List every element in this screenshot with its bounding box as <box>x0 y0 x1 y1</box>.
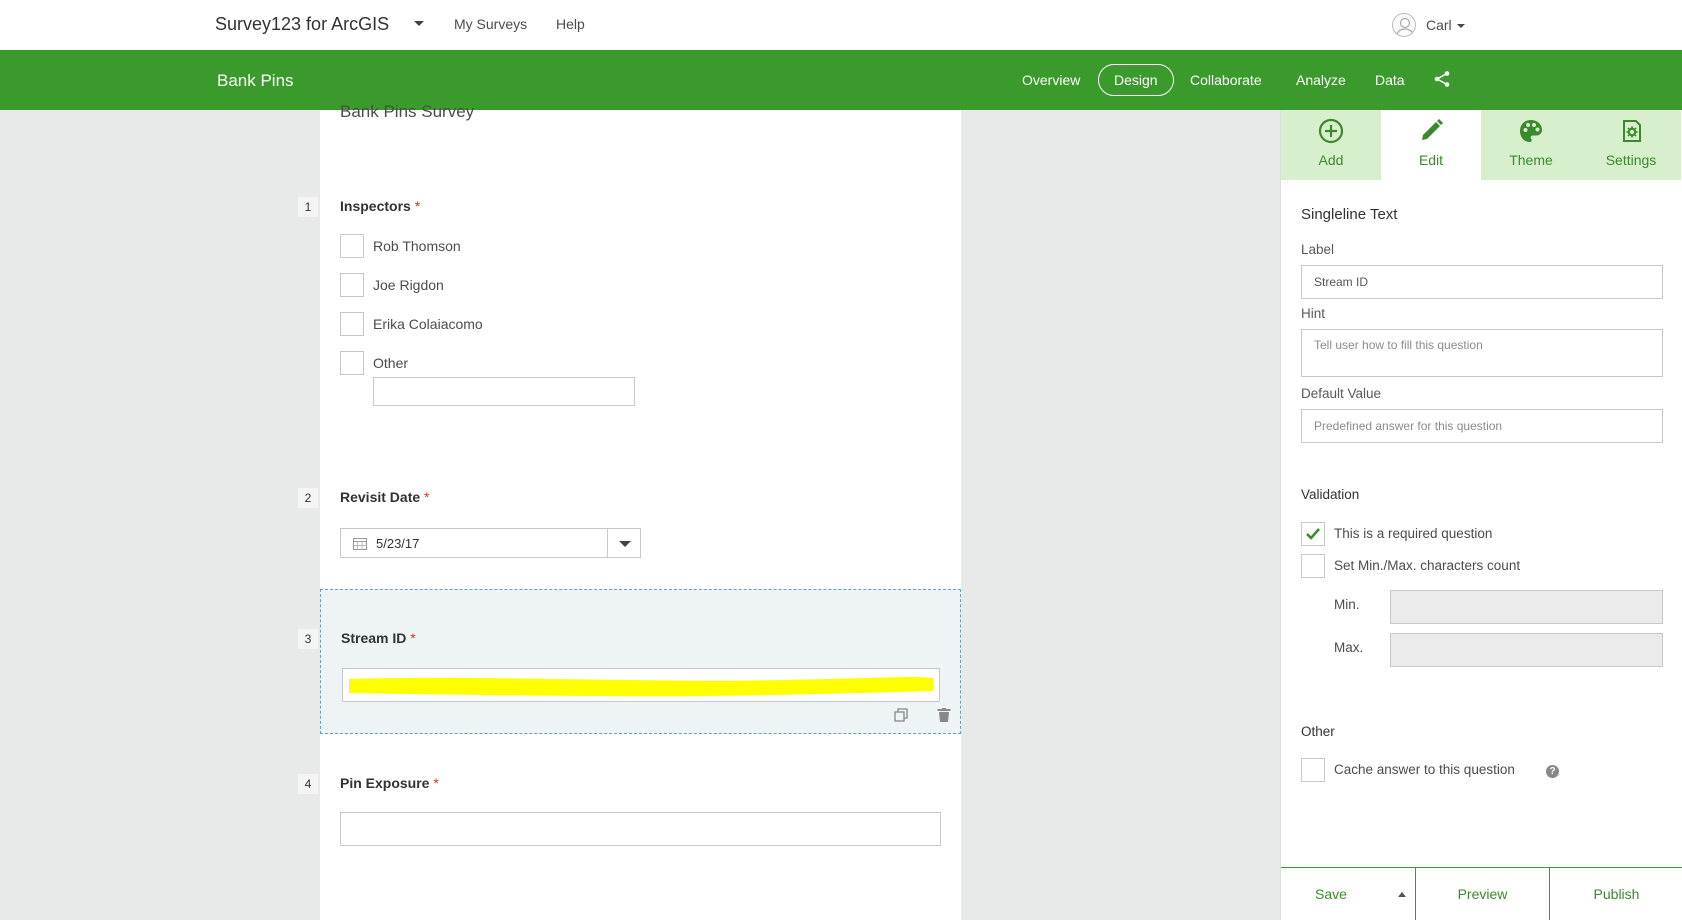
survey-name: Bank Pins <box>217 71 294 90</box>
min-input[interactable] <box>1390 590 1663 624</box>
panel-tab-theme[interactable]: Theme <box>1481 110 1581 180</box>
panel-tab-label: Add <box>1318 152 1344 168</box>
date-dropdown-button[interactable] <box>607 529 640 557</box>
panel-footer: Save Preview Publish <box>1281 867 1682 920</box>
question-number: 1 <box>298 197 318 217</box>
default-value-caption: Default Value <box>1301 386 1382 401</box>
max-label: Max. <box>1334 640 1364 655</box>
required-marker: * <box>424 489 430 505</box>
app-title[interactable]: Survey123 for ArcGIS <box>215 14 389 35</box>
add-circle-icon <box>1318 118 1344 144</box>
tab-analyze[interactable]: Analyze <box>1296 72 1346 88</box>
question-type-heading: Singleline Text <box>1301 206 1398 223</box>
user-name[interactable]: Carl <box>1426 17 1452 33</box>
user-menu-caret-icon[interactable] <box>1457 24 1465 28</box>
date-value: 5/23/17 <box>376 536 420 551</box>
validation-heading: Validation <box>1301 487 1360 502</box>
panel-tab-label: Settings <box>1605 152 1657 168</box>
hint-textarea[interactable]: Tell user how to fill this question <box>1301 329 1663 377</box>
option-label: Erika Colaiacomo <box>373 316 483 332</box>
minmax-label: Set Min./Max. characters count <box>1334 558 1521 573</box>
top-header: Survey123 for ArcGIS My Surveys Help Car… <box>0 0 1682 50</box>
question-label-revisit-date[interactable]: Revisit Date * <box>340 489 430 505</box>
required-marker: * <box>414 198 421 214</box>
min-label: Min. <box>1334 597 1360 612</box>
minmax-checkbox[interactable] <box>1301 554 1325 578</box>
help-icon[interactable]: ? <box>1546 765 1559 778</box>
palette-icon <box>1520 120 1542 142</box>
other-text-input[interactable] <box>373 377 635 406</box>
checkbox[interactable] <box>340 351 364 375</box>
required-label: This is a required question <box>1334 526 1493 541</box>
label-caption: Label <box>1301 242 1335 257</box>
option-label: Other <box>373 355 409 371</box>
default-value-input[interactable]: Predefined answer for this question <box>1301 409 1663 443</box>
save-options-caret-icon[interactable] <box>1398 892 1406 897</box>
panel-tab-label: Theme <box>1509 152 1553 168</box>
question-label-stream-id[interactable]: Stream ID * <box>341 630 416 646</box>
option-label: Rob Thomson <box>373 238 461 254</box>
nav-help[interactable]: Help <box>556 16 585 32</box>
question-number: 3 <box>298 629 318 649</box>
delete-trash-icon[interactable] <box>937 708 951 722</box>
panel-tab-edit[interactable]: Edit <box>1381 110 1481 180</box>
question-number: 2 <box>298 488 318 508</box>
tab-design[interactable]: Design <box>1098 64 1174 96</box>
duplicate-icon[interactable] <box>894 708 908 722</box>
cache-answer-checkbox[interactable] <box>1301 758 1325 782</box>
properties-panel: Add Edit Theme Settings Singleline Text … <box>1280 110 1682 920</box>
checkbox[interactable] <box>340 234 364 258</box>
settings-gear-icon <box>1623 120 1641 142</box>
required-marker: * <box>433 775 439 791</box>
date-picker-input[interactable]: 5/23/17 <box>340 528 641 558</box>
preview-button[interactable]: Preview <box>1416 868 1549 920</box>
hint-caption: Hint <box>1301 306 1326 321</box>
form-title[interactable]: Bank Pins Survey <box>340 102 474 122</box>
user-avatar-icon[interactable] <box>1392 13 1416 37</box>
tab-collaborate[interactable]: Collaborate <box>1190 72 1262 88</box>
stream-id-input[interactable] <box>342 668 940 702</box>
pencil-icon <box>1422 119 1443 140</box>
required-checkbox[interactable] <box>1301 522 1325 546</box>
form-canvas <box>320 110 961 920</box>
checkmark-icon <box>1306 528 1320 540</box>
checkbox[interactable] <box>340 273 364 297</box>
yellow-highlight-scribble <box>349 676 933 697</box>
panel-tab-add[interactable]: Add <box>1281 110 1381 180</box>
calendar-icon <box>353 538 367 550</box>
question-number: 4 <box>298 774 318 794</box>
option-label: Joe Rigdon <box>373 277 444 293</box>
question-label-pin-exposure[interactable]: Pin Exposure * <box>340 775 439 791</box>
panel-tab-settings[interactable]: Settings <box>1581 110 1681 180</box>
checkbox[interactable] <box>340 312 364 336</box>
max-input[interactable] <box>1390 633 1663 667</box>
question-label-inspectors[interactable]: Inspectors * <box>340 198 420 214</box>
required-marker: * <box>410 630 416 646</box>
pin-exposure-input[interactable] <box>340 812 941 846</box>
survey-nav-bar: Bank Pins Overview Design Collaborate An… <box>0 50 1682 110</box>
publish-button[interactable]: Publish <box>1550 868 1682 920</box>
cache-answer-label: Cache answer to this question <box>1334 762 1515 777</box>
other-heading: Other <box>1301 724 1335 739</box>
app-menu-caret-icon[interactable] <box>414 21 424 26</box>
save-button[interactable]: Save <box>1281 868 1381 920</box>
tab-data[interactable]: Data <box>1375 72 1405 88</box>
selected-question-block[interactable] <box>320 589 961 734</box>
nav-my-surveys[interactable]: My Surveys <box>454 16 527 32</box>
tab-overview[interactable]: Overview <box>1022 72 1080 88</box>
share-icon[interactable] <box>1433 70 1451 88</box>
panel-tab-label: Edit <box>1418 152 1444 168</box>
label-input[interactable]: Stream ID <box>1301 265 1663 299</box>
